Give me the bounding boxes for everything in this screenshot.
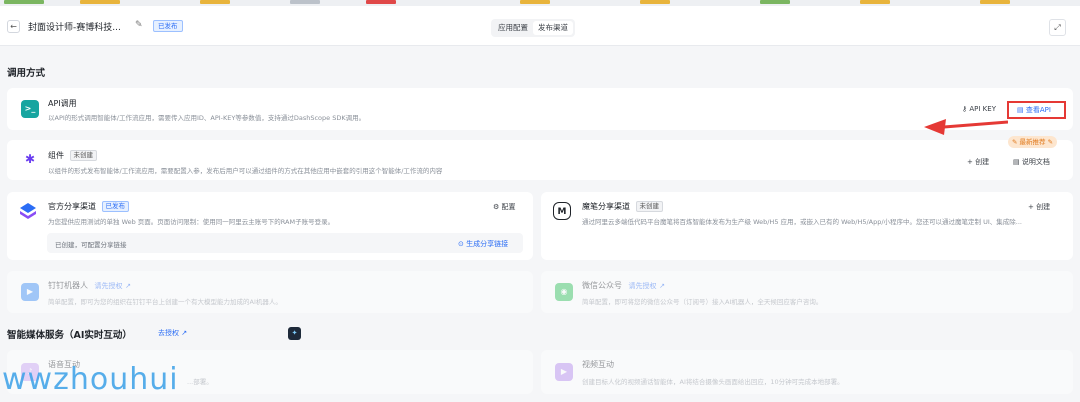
status-badge: 已发布 bbox=[153, 20, 183, 32]
video-card-title: 视频互动 bbox=[582, 360, 614, 369]
official-subbar-text: 已创建，可配置分享链接 bbox=[55, 241, 127, 249]
section-title-invoke: 调用方式 bbox=[7, 68, 46, 79]
component-status-tag: 未创建 bbox=[69, 150, 98, 161]
official-channel-icon bbox=[19, 202, 37, 220]
component-create-label: 创建 bbox=[975, 158, 990, 166]
dingtalk-auth-link[interactable]: 请先授权 bbox=[95, 282, 123, 290]
modelscope-title-text: 魔笔分享渠道 bbox=[582, 202, 630, 211]
dingtalk-card: ▶ 钉钉机器人 请先授权 ↗ 简单配置，即可为您的组织在钉钉平台上创建一个有大模… bbox=[7, 271, 533, 313]
component-title-text: 组件 bbox=[48, 151, 64, 160]
external-link-icon: ↗ bbox=[125, 282, 131, 290]
modelscope-create-button[interactable]: + 创建 bbox=[1028, 202, 1050, 212]
plus-icon: + bbox=[1028, 203, 1034, 211]
modelscope-create-label: 创建 bbox=[1036, 203, 1051, 211]
official-config-label: 配置 bbox=[501, 203, 516, 211]
api-card: >_ API调用 以API的形式调用智能体/工作流应用，需要传入应用ID、API… bbox=[7, 88, 1073, 130]
wechat-icon: ◉ bbox=[555, 283, 573, 301]
floating-assistant-icon[interactable]: ✦ bbox=[288, 327, 301, 340]
document-icon: ▤ bbox=[1013, 158, 1020, 166]
component-card-title: 组件 未创建 bbox=[48, 150, 98, 161]
official-card-desc: 为您提供应用测试的单独 Web 页面。页面访问限制：使用同一阿里云主账号下的RA… bbox=[48, 218, 335, 226]
back-button[interactable]: ← bbox=[7, 20, 20, 33]
official-card-title: 官方分享渠道 已发布 bbox=[48, 201, 130, 212]
view-api-button[interactable]: ▤ 查看API bbox=[1017, 105, 1051, 115]
wechat-card-title: 微信公众号 请先授权 ↗ bbox=[582, 280, 665, 291]
dingtalk-icon: ▶ bbox=[21, 283, 39, 301]
docs-label: 说明文档 bbox=[1021, 158, 1050, 166]
api-key-button[interactable]: ⚷ API KEY bbox=[962, 105, 996, 113]
component-create-button[interactable]: + 创建 bbox=[967, 157, 989, 167]
video-card: ▶ 视频互动 创建目标人化的视频通话智能体，AI将结合摄像头画面给出回应，10分… bbox=[541, 350, 1073, 394]
gear-icon: ⚙ bbox=[493, 203, 500, 211]
annotation-arrow bbox=[924, 119, 1008, 135]
expand-icon: ⤢ bbox=[1054, 23, 1061, 32]
modelscope-status-tag: 未创建 bbox=[635, 201, 664, 212]
puzzle-icon: ✱ bbox=[21, 150, 39, 168]
view-api-label: 查看API bbox=[1025, 106, 1051, 114]
official-title-text: 官方分享渠道 bbox=[48, 202, 96, 211]
plus-icon: + bbox=[967, 158, 973, 166]
document-icon: ▤ bbox=[1017, 106, 1024, 114]
pencil-icon[interactable]: ✎ bbox=[135, 20, 143, 30]
link-icon: ⊙ bbox=[458, 240, 464, 248]
dingtalk-card-title: 钉钉机器人 请先授权 ↗ bbox=[48, 280, 131, 291]
wechat-card: ◉ 微信公众号 请先授权 ↗ 简单配置，即可将您的微信公众号（订阅号）接入AI机… bbox=[541, 271, 1073, 313]
wechat-title-text: 微信公众号 bbox=[582, 281, 622, 290]
terminal-icon: >_ bbox=[21, 100, 39, 118]
media-auth-label: 去授权 bbox=[158, 329, 179, 337]
external-link-icon: ↗ bbox=[181, 329, 188, 337]
official-config-button[interactable]: ⚙ 配置 bbox=[493, 202, 516, 212]
api-card-title: API调用 bbox=[48, 99, 77, 108]
api-key-label: API KEY bbox=[969, 105, 996, 113]
external-link-icon: ↗ bbox=[659, 282, 665, 290]
modelscope-card-title: 魔笔分享渠道 未创建 bbox=[582, 201, 664, 212]
generate-share-link-label: 生成分享链接 bbox=[466, 240, 509, 248]
tab-bar: 应用配置 发布渠道 bbox=[491, 19, 575, 37]
tab-publish-channel[interactable]: 发布渠道 bbox=[533, 21, 573, 35]
dingtalk-card-desc: 简单配置，即可为您的组织在钉钉平台上创建一个有大模型能力加成的AI机器人。 bbox=[48, 298, 282, 306]
app-title: 封面设计师-赛博科技... bbox=[28, 23, 121, 33]
video-camera-icon: ▶ bbox=[555, 363, 573, 381]
new-recommend-badge: ✎ 最新推荐 ✎ bbox=[1008, 136, 1058, 148]
key-icon: ⚷ bbox=[962, 105, 968, 113]
docs-button[interactable]: ▤ 说明文档 bbox=[1013, 157, 1050, 167]
watermark: wwzhouhui bbox=[2, 362, 179, 397]
generate-share-link-button[interactable]: ⊙ 生成分享链接 bbox=[458, 239, 508, 249]
app-header: ← 封面设计师-赛博科技... ✎ 已发布 应用配置 发布渠道 ⤢ bbox=[0, 6, 1080, 46]
api-card-desc: 以API的形式调用智能体/工作流应用，需要传入应用ID、API-KEY等参数值，… bbox=[48, 114, 366, 122]
component-card-desc: 以组件的形式发布智能体/工作流应用，需要配置入参，发布后用户可以通过组件的方式在… bbox=[48, 167, 443, 175]
expand-button[interactable]: ⤢ bbox=[1049, 19, 1066, 36]
official-subbar: 已创建，可配置分享链接 ⊙ 生成分享链接 bbox=[47, 233, 523, 253]
modelscope-card-desc: 通过阿里云多端低代码平台魔笔将百炼智能体发布为生产级 Web/H5 应用，或嵌入… bbox=[582, 218, 1022, 226]
video-card-desc: 创建目标人化的视频通话智能体，AI将结合摄像头画面给出回应，10分钟可完成本地部… bbox=[582, 378, 844, 386]
mobi-logo-icon: M bbox=[553, 202, 571, 220]
tab-app-config[interactable]: 应用配置 bbox=[493, 21, 533, 35]
modelscope-share-card: M 魔笔分享渠道 未创建 通过阿里云多端低代码平台魔笔将百炼智能体发布为生产级 … bbox=[541, 192, 1073, 260]
section-title-media: 智能媒体服务（AI实时互动） bbox=[7, 330, 132, 341]
voice-card-desc: ...部署。 bbox=[187, 378, 213, 386]
wechat-auth-link[interactable]: 请先授权 bbox=[629, 282, 657, 290]
dingtalk-title-text: 钉钉机器人 bbox=[48, 281, 88, 290]
official-status-tag: 已发布 bbox=[101, 201, 130, 212]
arrow-left-icon: ← bbox=[10, 22, 17, 31]
wechat-card-desc: 简单配置，即可将您的微信公众号（订阅号）接入AI机器人，全天候回应客户咨询。 bbox=[582, 298, 823, 306]
component-card: ✱ 组件 未创建 以组件的形式发布智能体/工作流应用，需要配置入参，发布后用户可… bbox=[7, 140, 1073, 180]
media-auth-link[interactable]: 去授权 ↗ bbox=[158, 328, 187, 338]
